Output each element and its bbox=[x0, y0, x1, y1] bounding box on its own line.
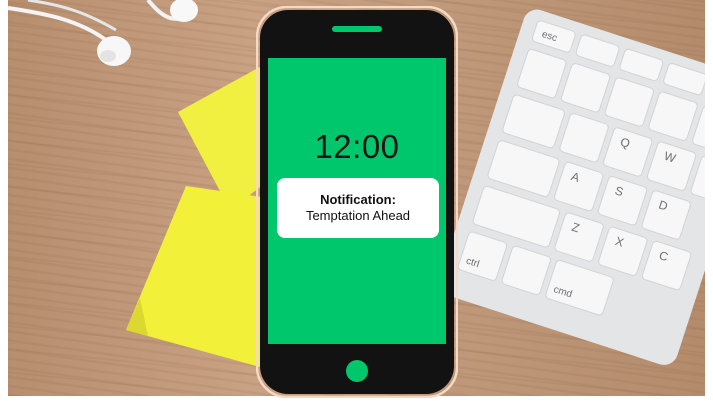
speaker-slot bbox=[332, 26, 382, 32]
keyboard: esc Q W E A S D Z X C ctrl cmd bbox=[438, 9, 705, 365]
clock-time: 12:00 bbox=[314, 128, 400, 165]
notification-card[interactable]: Notification: Temptation Ahead bbox=[277, 178, 439, 238]
home-button[interactable] bbox=[346, 360, 368, 382]
earbuds-icon bbox=[8, 0, 198, 66]
notification-body: Temptation Ahead bbox=[305, 208, 411, 223]
notification-title: Notification: bbox=[320, 192, 396, 207]
